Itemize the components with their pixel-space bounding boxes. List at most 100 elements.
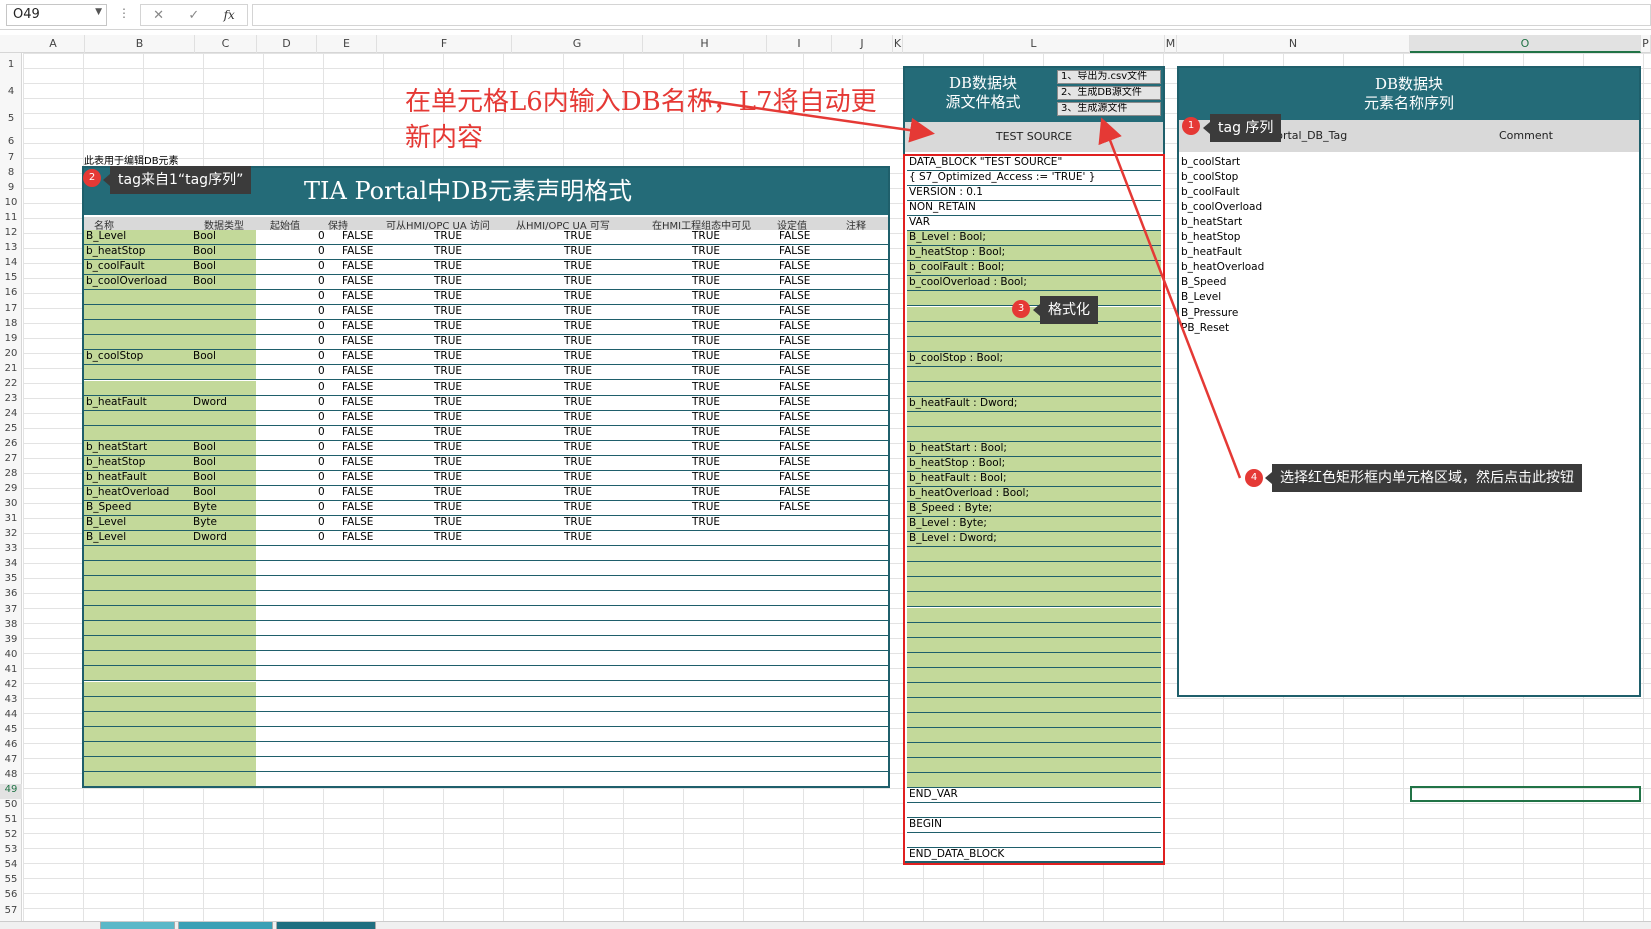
cell-hmi-write[interactable]: TRUE	[564, 305, 592, 317]
cell-type[interactable]: Dword	[193, 396, 253, 408]
chevron-down-icon[interactable]: ▼	[95, 7, 102, 17]
row-header-9[interactable]: 9	[0, 182, 22, 197]
cell-hmi-write[interactable]: TRUE	[564, 275, 592, 287]
cell-hmi-write[interactable]: TRUE	[564, 426, 592, 438]
cell-hmi-access[interactable]: TRUE	[434, 350, 462, 362]
cell-type[interactable]: Bool	[193, 350, 253, 362]
cell-retain[interactable]: FALSE	[342, 365, 373, 377]
cell-setpoint[interactable]: FALSE	[779, 471, 810, 483]
cell-name[interactable]	[84, 380, 256, 395]
cell-hmi-access[interactable]: TRUE	[434, 486, 462, 498]
source-decl-row[interactable]	[907, 727, 1161, 743]
column-header-H[interactable]: H	[643, 35, 767, 53]
cell-hmi-access[interactable]: TRUE	[434, 426, 462, 438]
enter-icon[interactable]: ✓	[188, 8, 199, 23]
source-decl-row[interactable]	[907, 652, 1161, 668]
cell-hmi-access[interactable]: TRUE	[434, 365, 462, 377]
column-header-K[interactable]: K	[893, 35, 903, 53]
cell-start-value[interactable]: 0	[318, 456, 325, 468]
source-decl-row[interactable]	[907, 607, 1161, 623]
cancel-icon[interactable]: ✕	[153, 8, 164, 23]
cell-type[interactable]: Dword	[193, 531, 253, 543]
cell-hmi-visible[interactable]: TRUE	[692, 275, 720, 287]
row-header-47[interactable]: 47	[0, 754, 22, 769]
cell-retain[interactable]: FALSE	[342, 245, 373, 257]
column-header-I[interactable]: I	[767, 35, 832, 53]
cell-start-value[interactable]: 0	[318, 501, 325, 513]
tag-list-item[interactable]: b_coolStart	[1181, 156, 1240, 168]
cell-setpoint[interactable]: FALSE	[779, 441, 810, 453]
name-box[interactable]: O49 ▼	[6, 4, 107, 26]
row-header-33[interactable]: 33	[0, 543, 22, 558]
cell-setpoint[interactable]: FALSE	[779, 381, 810, 393]
cell-name[interactable]	[84, 711, 256, 726]
source-header-row[interactable]: VAR	[907, 216, 1161, 232]
row-header-18[interactable]: 18	[0, 318, 22, 333]
cell-name[interactable]	[84, 741, 256, 756]
column-header-N[interactable]: N	[1177, 35, 1410, 53]
row-header-29[interactable]: 29	[0, 483, 22, 498]
tag-list-item[interactable]: b_coolOverload	[1181, 201, 1262, 213]
row-header-25[interactable]: 25	[0, 423, 22, 438]
cell-retain[interactable]: FALSE	[342, 335, 373, 347]
formula-input[interactable]	[252, 4, 1651, 26]
source-decl-row[interactable]: b_coolOverload : Bool;	[907, 276, 1161, 292]
cell-setpoint[interactable]: FALSE	[779, 290, 810, 302]
cell-name[interactable]	[84, 771, 256, 786]
source-decl-row[interactable]	[907, 592, 1161, 608]
cell-hmi-write[interactable]: TRUE	[564, 486, 592, 498]
cell-name[interactable]	[84, 320, 256, 335]
source-decl-row[interactable]	[907, 697, 1161, 713]
cell-hmi-write[interactable]: TRUE	[564, 365, 592, 377]
tag-list-item[interactable]: B_Speed	[1181, 276, 1226, 288]
cell-start-value[interactable]: 0	[318, 396, 325, 408]
row-header-8[interactable]: 8	[0, 167, 22, 182]
source-decl-row[interactable]	[907, 712, 1161, 728]
cell-setpoint[interactable]: FALSE	[779, 335, 810, 347]
row-header-50[interactable]: 50	[0, 799, 22, 814]
cell-retain[interactable]: FALSE	[342, 381, 373, 393]
cell-hmi-visible[interactable]: TRUE	[692, 411, 720, 423]
cell-hmi-visible[interactable]: TRUE	[692, 396, 720, 408]
cell-retain[interactable]: FALSE	[342, 350, 373, 362]
row-header-42[interactable]: 42	[0, 679, 22, 694]
cell-setpoint[interactable]: FALSE	[779, 305, 810, 317]
source-footer-row[interactable]	[907, 803, 1161, 819]
cell-name[interactable]	[84, 666, 256, 681]
source-decl-row[interactable]	[907, 577, 1161, 593]
cell-hmi-visible[interactable]: TRUE	[692, 441, 720, 453]
row-header-4[interactable]: 4	[0, 86, 22, 101]
cell-hmi-write[interactable]: TRUE	[564, 456, 592, 468]
cell-setpoint[interactable]: FALSE	[779, 426, 810, 438]
cell-setpoint[interactable]: FALSE	[779, 456, 810, 468]
row-header-15[interactable]: 15	[0, 272, 22, 287]
cell-hmi-write[interactable]: TRUE	[564, 245, 592, 257]
cell-hmi-access[interactable]: TRUE	[434, 471, 462, 483]
cell-start-value[interactable]: 0	[318, 381, 325, 393]
cell-start-value[interactable]: 0	[318, 230, 325, 242]
cell-hmi-visible[interactable]: TRUE	[692, 350, 720, 362]
cell-hmi-write[interactable]: TRUE	[564, 396, 592, 408]
row-header-52[interactable]: 52	[0, 829, 22, 844]
cell-retain[interactable]: FALSE	[342, 260, 373, 272]
cell-name[interactable]	[84, 696, 256, 711]
source-decl-row[interactable]	[907, 321, 1161, 337]
column-header-B[interactable]: B	[85, 35, 195, 53]
cell-start-value[interactable]: 0	[318, 441, 325, 453]
source-decl-row[interactable]: B_Level : Bool;	[907, 231, 1161, 247]
source-decl-row[interactable]: b_heatStop : Bool;	[907, 457, 1161, 472]
row-header-30[interactable]: 30	[0, 498, 22, 513]
cell-hmi-access[interactable]: TRUE	[434, 531, 462, 543]
cell-start-value[interactable]: 0	[318, 426, 325, 438]
cell-start-value[interactable]: 0	[318, 486, 325, 498]
row-header-55[interactable]: 55	[0, 874, 22, 889]
column-header-P[interactable]: P	[1641, 35, 1651, 53]
source-decl-row[interactable]: B_Level : Dword;	[907, 532, 1161, 548]
cell-hmi-write[interactable]: TRUE	[564, 230, 592, 242]
source-decl-row[interactable]	[907, 547, 1161, 563]
cell-setpoint[interactable]: FALSE	[779, 245, 810, 257]
source-footer-row[interactable]: END_DATA_BLOCK	[907, 848, 1161, 864]
cell-hmi-write[interactable]: TRUE	[564, 516, 592, 528]
column-header-F[interactable]: F	[377, 35, 512, 53]
row-header-13[interactable]: 13	[0, 242, 22, 257]
